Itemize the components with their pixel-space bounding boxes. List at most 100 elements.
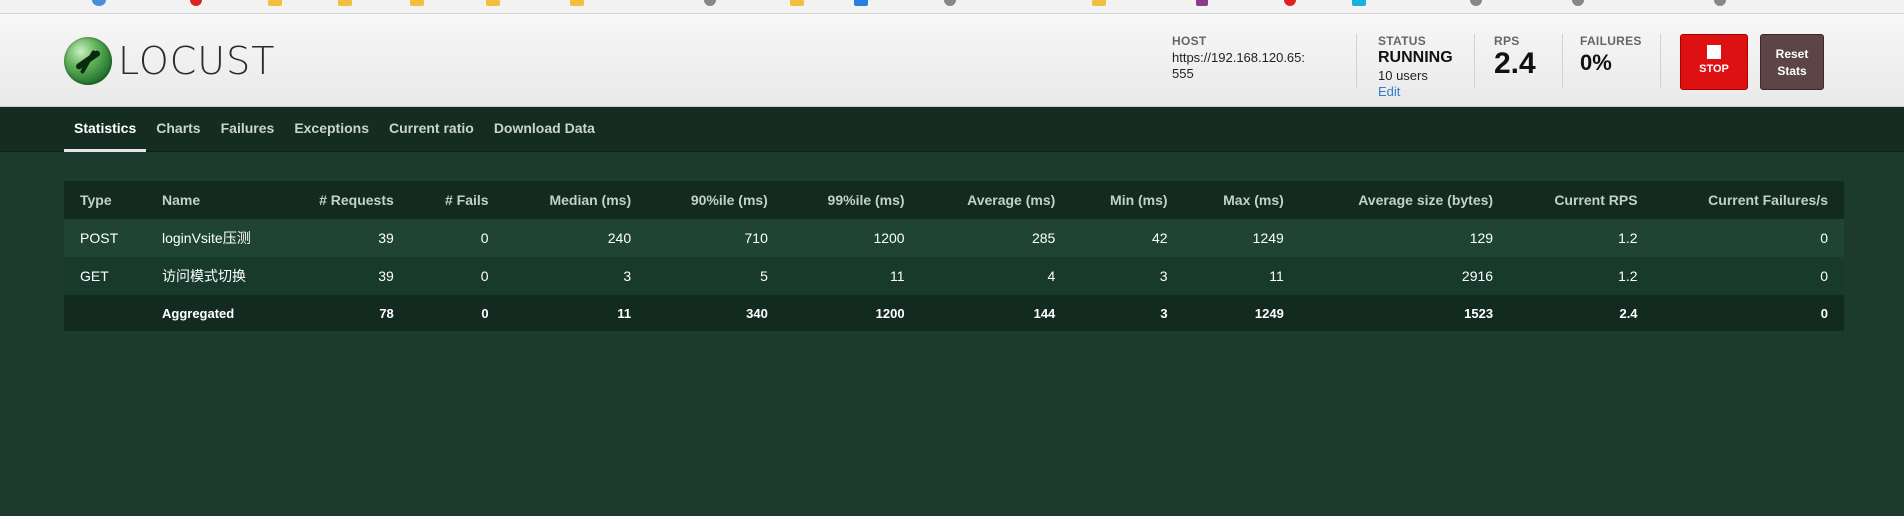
folder-icon[interactable] xyxy=(790,0,804,6)
tab-download-data[interactable]: Download Data xyxy=(484,107,605,152)
cell-requests: 39 xyxy=(378,230,394,246)
cell-p99: 1200 xyxy=(873,230,905,246)
table-row: POST loginVsite压测 39 0 240 710 1200 285 … xyxy=(64,219,1844,257)
locust-logo: LOCUST xyxy=(64,36,275,86)
tab-exceptions[interactable]: Exceptions xyxy=(284,107,379,152)
table-row: GET 访问模式切换 39 0 3 5 11 4 3 11 2916 1.2 0 xyxy=(64,257,1844,295)
cell-current-rps: 2.4 xyxy=(1619,305,1638,321)
divider xyxy=(1562,34,1563,88)
col-current-rps[interactable]: Current RPS xyxy=(1509,181,1653,219)
divider xyxy=(1474,34,1475,88)
col-requests[interactable]: # Requests xyxy=(276,181,410,219)
bookmark-icon[interactable] xyxy=(854,0,868,6)
tab-bar: Statistics Charts Failures Exceptions Cu… xyxy=(64,107,605,152)
statistics-table: Type Name # Requests # Fails Median (ms)… xyxy=(64,181,1844,331)
status-label: STATUS xyxy=(1378,34,1427,48)
aggregated-row: Aggregated 78 0 11 340 1200 144 3 1249 1… xyxy=(64,295,1844,331)
bookmark-icon[interactable] xyxy=(1714,0,1726,6)
cell-fails: 0 xyxy=(480,230,489,246)
cell-avg-size: 1523 xyxy=(1464,305,1494,321)
cell-current-rps: 1.2 xyxy=(1618,268,1638,284)
bookmark-icon[interactable] xyxy=(1352,0,1366,6)
failures-value: 0% xyxy=(1580,50,1612,75)
folder-icon[interactable] xyxy=(1092,0,1106,6)
cell-p99: 11 xyxy=(890,268,905,284)
folder-icon[interactable] xyxy=(338,0,352,6)
cell-name: 访问模式切换 xyxy=(162,268,246,284)
col-p90[interactable]: 90%ile (ms) xyxy=(647,181,784,219)
col-avg-size[interactable]: Average size (bytes) xyxy=(1300,181,1509,219)
edit-link[interactable]: Edit xyxy=(1378,84,1453,99)
cell-avg-size: 2916 xyxy=(1461,268,1494,284)
folder-icon[interactable] xyxy=(570,0,584,6)
cell-fails: 0 xyxy=(481,305,489,321)
cell-current-failures: 0 xyxy=(1820,305,1828,321)
cell-min: 3 xyxy=(1160,305,1168,321)
cell-current-failures: 0 xyxy=(1820,230,1828,246)
col-max[interactable]: Max (ms) xyxy=(1184,181,1300,219)
cell-median: 11 xyxy=(617,305,632,321)
bookmark-icon[interactable] xyxy=(92,0,106,6)
cell-max: 1249 xyxy=(1254,305,1284,321)
cell-p90: 710 xyxy=(744,230,768,246)
cell-p99: 1200 xyxy=(875,305,905,321)
status-box: STATUS RUNNING 10 users Edit xyxy=(1378,34,1453,99)
col-type[interactable]: Type xyxy=(64,181,146,219)
rps-label: RPS xyxy=(1494,34,1520,48)
statistics-table-container: Type Name # Requests # Fails Median (ms)… xyxy=(64,181,1844,331)
stop-button[interactable]: STOP xyxy=(1680,34,1748,90)
col-p99[interactable]: 99%ile (ms) xyxy=(784,181,921,219)
cell-p90: 5 xyxy=(760,268,768,284)
bookmark-icon[interactable] xyxy=(1572,0,1584,6)
tab-charts[interactable]: Charts xyxy=(146,107,210,152)
col-average[interactable]: Average (ms) xyxy=(921,181,1072,219)
bookmark-icon[interactable] xyxy=(704,0,716,6)
cell-type xyxy=(64,295,146,331)
cell-median: 3 xyxy=(623,268,632,284)
cell-type: GET xyxy=(80,268,109,284)
status-value: RUNNING xyxy=(1378,49,1453,66)
cell-average: 4 xyxy=(1047,268,1056,284)
cell-max: 11 xyxy=(1269,268,1284,284)
bookmark-icon[interactable] xyxy=(1284,0,1296,6)
tab-failures[interactable]: Failures xyxy=(211,107,285,152)
logo-text: LOCUST xyxy=(118,39,276,83)
col-fails[interactable]: # Fails xyxy=(410,181,505,219)
failures-label: FAILURES xyxy=(1580,34,1642,48)
stop-icon xyxy=(1707,45,1721,59)
bookmark-icon[interactable] xyxy=(944,0,956,6)
cell-p90: 340 xyxy=(746,305,768,321)
folder-icon[interactable] xyxy=(410,0,424,6)
host-box: HOST https://192.168.120.65:555 xyxy=(1172,34,1312,82)
bookmark-icon[interactable] xyxy=(1196,0,1208,6)
col-name[interactable]: Name xyxy=(146,181,276,219)
tab-current-ratio[interactable]: Current ratio xyxy=(379,107,484,152)
cell-max: 1249 xyxy=(1252,230,1284,246)
reset-stats-button[interactable]: Reset Stats xyxy=(1760,34,1824,90)
cell-fails: 0 xyxy=(480,268,489,284)
folder-icon[interactable] xyxy=(268,0,282,6)
top-header: LOCUST HOST https://192.168.120.65:555 S… xyxy=(0,14,1904,107)
col-median[interactable]: Median (ms) xyxy=(505,181,648,219)
rps-box: RPS 2.4 xyxy=(1494,34,1536,80)
bookmark-icon[interactable] xyxy=(1470,0,1482,6)
bookmark-icon[interactable] xyxy=(190,0,202,6)
cell-name: loginVsite压测 xyxy=(162,230,251,246)
cell-type: POST xyxy=(80,230,119,246)
reset-label-line1: Reset xyxy=(1775,47,1809,61)
divider xyxy=(1356,34,1357,88)
failures-box: FAILURES 0% xyxy=(1580,34,1642,76)
cell-average: 144 xyxy=(1033,305,1056,321)
cell-current-failures: 0 xyxy=(1820,268,1828,284)
folder-icon[interactable] xyxy=(486,0,500,6)
cell-median: 240 xyxy=(607,230,632,246)
stop-label: STOP xyxy=(1699,63,1729,75)
reset-label-line2: Stats xyxy=(1777,64,1807,78)
col-min[interactable]: Min (ms) xyxy=(1071,181,1183,219)
tab-statistics[interactable]: Statistics xyxy=(64,107,147,152)
cell-requests: 78 xyxy=(379,305,394,321)
cell-requests: 39 xyxy=(378,268,394,284)
col-current-failures[interactable]: Current Failures/s xyxy=(1654,181,1844,219)
table-header-row: Type Name # Requests # Fails Median (ms)… xyxy=(64,181,1844,219)
cell-min: 3 xyxy=(1159,268,1168,284)
